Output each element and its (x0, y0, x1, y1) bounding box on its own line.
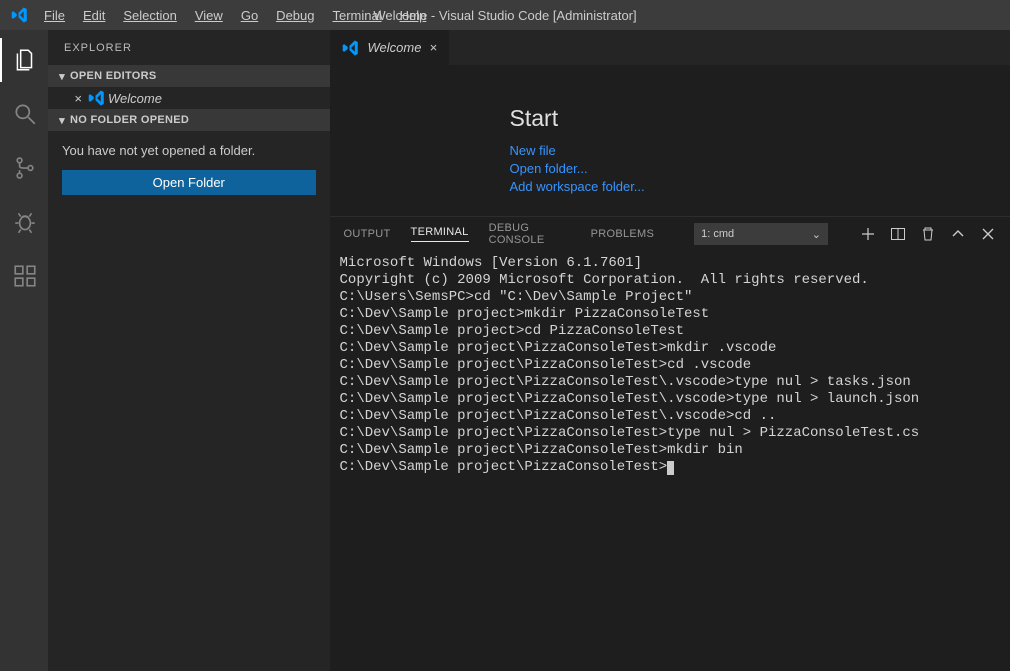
terminal-line: C:\Dev\Sample project\PizzaConsoleTest\.… (340, 391, 1000, 408)
menu-go[interactable]: Go (233, 4, 266, 27)
vscode-file-icon (88, 89, 106, 107)
terminal-selector[interactable]: 1: cmd ⌄ (694, 223, 828, 245)
menu-debug[interactable]: Debug (268, 4, 322, 27)
chevron-down-icon: ⌄ (812, 228, 821, 241)
vscode-logo-icon (8, 6, 32, 24)
terminal-line: C:\Dev\Sample project\PizzaConsoleTest\.… (340, 408, 1000, 425)
panel-actions (860, 226, 996, 242)
tab-bar: Welcome × (330, 30, 1010, 65)
activity-explorer[interactable] (0, 38, 48, 82)
kill-terminal-button[interactable] (920, 226, 936, 242)
close-panel-button[interactable] (980, 226, 996, 242)
chevron-down-icon: ▾ (54, 114, 70, 127)
terminal-line: C:\Dev\Sample project\PizzaConsoleTest>t… (340, 425, 1000, 442)
terminal-line: Copyright (c) 2009 Microsoft Corporation… (340, 272, 1000, 289)
terminal-line: C:\Dev\Sample project\PizzaConsoleTest>c… (340, 357, 1000, 374)
no-folder-section[interactable]: ▾ NO FOLDER OPENED (48, 109, 330, 131)
panel: OUTPUT TERMINAL DEBUG CONSOLE PROBLEMS 1… (330, 216, 1010, 671)
open-folder-button[interactable]: Open Folder (62, 170, 316, 195)
panel-tab-debug-console[interactable]: DEBUG CONSOLE (489, 222, 571, 246)
terminal-line: C:\Dev\Sample project\PizzaConsoleTest>m… (340, 340, 1000, 357)
no-folder-text: You have not yet opened a folder. (62, 143, 316, 158)
panel-tab-terminal[interactable]: TERMINAL (411, 226, 469, 242)
source-control-icon (12, 155, 38, 181)
panel-tabs: OUTPUT TERMINAL DEBUG CONSOLE PROBLEMS 1… (330, 217, 1010, 251)
panel-tab-problems[interactable]: PROBLEMS (591, 228, 655, 240)
open-editors-label: OPEN EDITORS (70, 70, 157, 82)
sidebar: EXPLORER ▾ OPEN EDITORS × Welcome ▾ NO F… (48, 30, 330, 671)
extensions-icon (12, 263, 38, 289)
new-terminal-button[interactable] (860, 226, 876, 242)
close-icon (980, 226, 996, 242)
activity-bar (0, 30, 48, 671)
files-icon (12, 47, 38, 73)
tab-label: Welcome (368, 40, 422, 55)
editor-area: Welcome × Start New file Open folder... … (330, 30, 1010, 671)
start-section: Start New file Open folder... Add worksp… (510, 105, 1010, 196)
chevron-up-icon (950, 226, 966, 242)
panel-tab-output[interactable]: OUTPUT (344, 228, 391, 240)
no-folder-label: NO FOLDER OPENED (70, 114, 189, 126)
activity-debug[interactable] (0, 200, 48, 244)
activity-scm[interactable] (0, 146, 48, 190)
start-heading: Start (510, 105, 1010, 132)
open-editors-section[interactable]: ▾ OPEN EDITORS (48, 65, 330, 87)
new-file-link[interactable]: New file (510, 142, 1010, 160)
menu-edit[interactable]: Edit (75, 4, 113, 27)
terminal-body[interactable]: Microsoft Windows [Version 6.1.7601]Copy… (330, 251, 1010, 671)
terminal-line: C:\Dev\Sample project>mkdir PizzaConsole… (340, 306, 1000, 323)
terminal-line: C:\Dev\Sample project\PizzaConsoleTest\.… (340, 374, 1000, 391)
terminal-cursor (667, 461, 674, 475)
plus-icon (860, 226, 876, 242)
maximize-panel-button[interactable] (950, 226, 966, 242)
terminal-line: C:\Dev\Sample project>cd PizzaConsoleTes… (340, 323, 1000, 340)
vscode-file-icon (342, 39, 360, 57)
terminal-selector-label: 1: cmd (701, 228, 734, 240)
open-editor-item[interactable]: × Welcome (48, 87, 330, 109)
split-terminal-button[interactable] (890, 226, 906, 242)
bug-icon (12, 209, 38, 235)
chevron-down-icon: ▾ (54, 70, 70, 83)
sidebar-title: EXPLORER (48, 30, 330, 65)
terminal-line: Microsoft Windows [Version 6.1.7601] (340, 255, 1000, 272)
tab-welcome[interactable]: Welcome × (330, 30, 450, 65)
menu-selection[interactable]: Selection (115, 4, 184, 27)
activity-search[interactable] (0, 92, 48, 136)
titlebar: File Edit Selection View Go Debug Termin… (0, 0, 1010, 30)
open-folder-link[interactable]: Open folder... (510, 160, 1010, 178)
split-icon (890, 226, 906, 242)
terminal-line: C:\Users\SemsPC>cd "C:\Dev\Sample Projec… (340, 289, 1000, 306)
close-icon[interactable]: × (429, 40, 437, 55)
open-editor-item-label: Welcome (108, 91, 162, 106)
no-folder-body: You have not yet opened a folder. Open F… (48, 131, 330, 207)
trash-icon (920, 226, 936, 242)
close-icon[interactable]: × (70, 91, 86, 106)
window-title: Welcome - Visual Studio Code [Administra… (373, 8, 636, 23)
terminal-line: C:\Dev\Sample project\PizzaConsoleTest> (340, 459, 1000, 476)
search-icon (12, 101, 38, 127)
menu-view[interactable]: View (187, 4, 231, 27)
terminal-line: C:\Dev\Sample project\PizzaConsoleTest>m… (340, 442, 1000, 459)
activity-extensions[interactable] (0, 254, 48, 298)
welcome-editor: Start New file Open folder... Add worksp… (330, 65, 1010, 216)
add-workspace-folder-link[interactable]: Add workspace folder... (510, 178, 1010, 196)
menu-file[interactable]: File (36, 4, 73, 27)
